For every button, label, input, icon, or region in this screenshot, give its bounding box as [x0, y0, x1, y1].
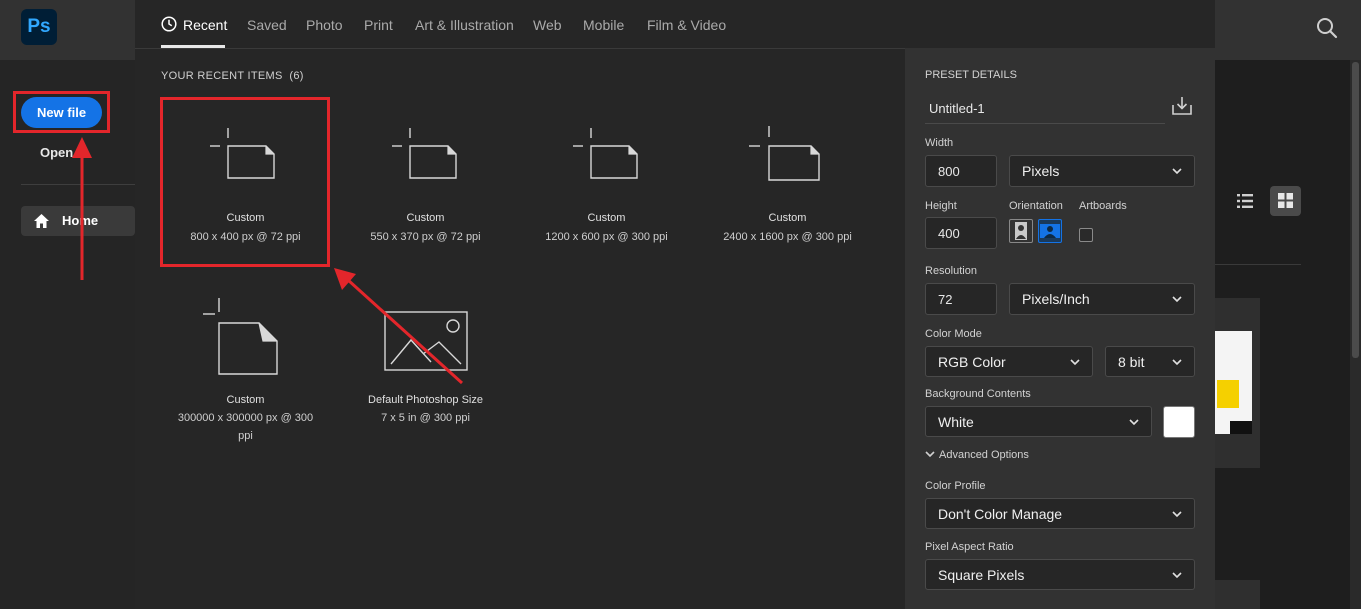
background-contents-label: Background Contents: [925, 388, 1031, 400]
dropdown-value: RGB Color: [938, 353, 1006, 370]
home-icon: [34, 214, 49, 228]
dropdown-value: Pixels/Inch: [1022, 291, 1090, 307]
tab-photo[interactable]: Photo: [306, 17, 343, 33]
landscape-orientation-button[interactable]: [1038, 219, 1062, 243]
portrait-orientation-button[interactable]: [1009, 219, 1033, 243]
pixel-aspect-ratio-dropdown[interactable]: Square Pixels: [925, 559, 1195, 590]
preset-size: ppi: [238, 430, 253, 442]
image-icon: [384, 311, 468, 371]
bit-depth-dropdown[interactable]: 8 bit: [1105, 346, 1195, 377]
photoshop-logo: Ps: [21, 9, 57, 45]
width-label: Width: [925, 137, 954, 149]
preset-size: 7 x 5 in @ 300 ppi: [381, 412, 470, 424]
advanced-options-toggle[interactable]: Advanced Options: [925, 449, 1029, 461]
width-unit-dropdown[interactable]: Pixels: [1009, 155, 1195, 187]
preset-tile[interactable]: Custom 300000 x 300000 px @ 300 ppi: [163, 290, 328, 450]
nav-divider: [21, 184, 135, 185]
height-input[interactable]: 400: [925, 217, 997, 249]
background-contents-dropdown[interactable]: White: [925, 406, 1152, 437]
chevron-down-icon: [925, 451, 935, 458]
color-profile-label: Color Profile: [925, 480, 986, 492]
orientation-label: Orientation: [1009, 200, 1063, 212]
active-tab-indicator: [161, 45, 225, 48]
preset-tabs: Recent Saved Photo Print Art & Illustrat…: [135, 0, 1215, 49]
grid-view-icon: [1278, 193, 1293, 208]
preset-name: Default Photoshop Size: [368, 394, 483, 406]
chevron-down-icon: [1172, 510, 1182, 517]
dropdown-value: 8 bit: [1118, 353, 1145, 370]
document-icon: [573, 128, 638, 179]
width-input[interactable]: 800: [925, 155, 997, 187]
color-profile-dropdown[interactable]: Don't Color Manage: [925, 498, 1195, 529]
document-icon: [749, 126, 820, 181]
dropdown-value: Pixels: [1022, 163, 1060, 179]
preset-size: 1200 x 600 px @ 300 ppi: [545, 231, 668, 243]
content-divider: [1215, 264, 1301, 265]
chevron-down-icon: [1172, 571, 1182, 578]
annotation-highlight-box: [160, 97, 330, 267]
chevron-down-icon: [1172, 168, 1182, 175]
search-icon[interactable]: [1316, 17, 1338, 39]
preset-details-panel: PRESET DETAILS Untitled-1 Width 800 Pixe…: [905, 48, 1215, 609]
portrait-icon: [1015, 222, 1027, 240]
resolution-label: Resolution: [925, 265, 977, 277]
tab-saved[interactable]: Saved: [247, 17, 287, 33]
preset-name: Custom: [587, 212, 626, 224]
sidebar-item-home[interactable]: Home: [21, 206, 135, 236]
preset-size: 2400 x 1600 px @ 300 ppi: [723, 231, 852, 243]
annotation-highlight-box: [13, 91, 110, 133]
recent-items-heading: YOUR RECENT ITEMS (6): [161, 70, 304, 82]
document-name-input[interactable]: Untitled-1: [925, 94, 1165, 124]
artboards-label: Artboards: [1079, 200, 1127, 212]
resolution-input[interactable]: 72: [925, 283, 997, 315]
left-nav: [0, 60, 135, 609]
preset-name: Custom: [768, 212, 807, 224]
preset-tile[interactable]: Custom 550 x 370 px @ 72 ppi: [343, 98, 508, 263]
chevron-down-icon: [1172, 296, 1182, 303]
document-icon: [203, 298, 278, 375]
sidebar-item-label: Home: [62, 213, 99, 228]
dropdown-value: Square Pixels: [938, 566, 1025, 583]
landscape-icon: [1040, 224, 1060, 238]
chevron-down-icon: [1070, 358, 1080, 365]
advanced-options-label: Advanced Options: [939, 449, 1029, 461]
tab-print[interactable]: Print: [364, 17, 393, 33]
open-link[interactable]: Open: [40, 145, 73, 160]
dropdown-value: White: [938, 413, 974, 430]
grid-view-button[interactable]: [1270, 186, 1301, 216]
chevron-down-icon: [1129, 418, 1139, 425]
recent-file-card[interactable]: [1215, 580, 1260, 609]
tab-film-video[interactable]: Film & Video: [647, 17, 726, 33]
preset-tile[interactable]: Default Photoshop Size 7 x 5 in @ 300 pp…: [343, 290, 508, 450]
preset-details-heading: PRESET DETAILS: [925, 69, 1017, 81]
thumbnail-graphic: [1230, 421, 1252, 434]
preset-tile[interactable]: Custom 2400 x 1600 px @ 300 ppi: [705, 98, 870, 263]
preset-tile[interactable]: Custom 1200 x 600 px @ 300 ppi: [524, 98, 689, 263]
new-document-dialog: Recent Saved Photo Print Art & Illustrat…: [135, 0, 1215, 609]
preset-name: Custom: [226, 394, 265, 406]
chevron-down-icon: [1172, 358, 1182, 365]
color-mode-label: Color Mode: [925, 328, 982, 340]
tab-art-illustration[interactable]: Art & Illustration: [415, 17, 514, 33]
clock-icon: [161, 16, 177, 32]
document-icon: [392, 128, 457, 179]
tab-web[interactable]: Web: [533, 17, 562, 33]
artboards-checkbox[interactable]: [1079, 228, 1093, 242]
color-mode-dropdown[interactable]: RGB Color: [925, 346, 1093, 377]
preset-name: Custom: [406, 212, 445, 224]
resolution-unit-dropdown[interactable]: Pixels/Inch: [1009, 283, 1195, 315]
tab-mobile[interactable]: Mobile: [583, 17, 624, 33]
pixel-aspect-ratio-label: Pixel Aspect Ratio: [925, 541, 1014, 553]
preset-size: 300000 x 300000 px @ 300: [177, 412, 314, 424]
scrollbar-thumb[interactable]: [1352, 62, 1359, 358]
thumbnail-graphic: [1217, 380, 1239, 408]
height-label: Height: [925, 200, 957, 212]
preset-size: 550 x 370 px @ 72 ppi: [370, 231, 481, 243]
tab-recent[interactable]: Recent: [183, 17, 227, 33]
background-color-swatch[interactable]: [1163, 406, 1195, 438]
save-preset-icon[interactable]: [1171, 96, 1193, 116]
dropdown-value: Don't Color Manage: [938, 505, 1063, 522]
list-view-icon[interactable]: [1237, 193, 1253, 209]
